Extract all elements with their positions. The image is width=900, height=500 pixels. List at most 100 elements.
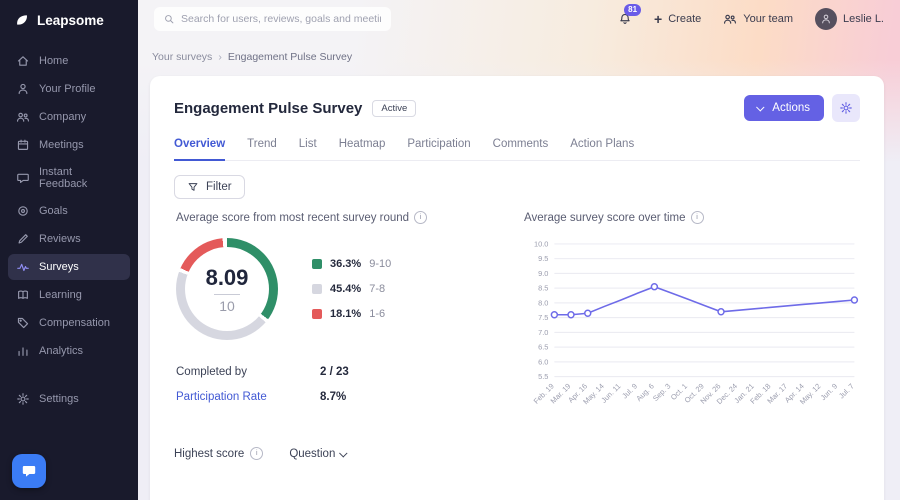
content-columns: Average score from most recent survey ro… bbox=[174, 211, 860, 441]
sidebar-item-label: Compensation bbox=[39, 317, 110, 329]
info-icon bbox=[250, 447, 263, 460]
legend-item: 45.4% 7-8 bbox=[312, 283, 391, 295]
score-section: Average score from most recent survey ro… bbox=[174, 211, 506, 441]
home-icon bbox=[16, 54, 30, 68]
svg-text:Jun. 9: Jun. 9 bbox=[819, 382, 840, 403]
survey-stats: Completed by 2 / 23 Participation Rate 8… bbox=[176, 366, 506, 403]
sidebar-item-label: Home bbox=[39, 55, 68, 67]
status-badge: Active bbox=[372, 100, 416, 117]
logo-text: Leapsome bbox=[37, 13, 104, 28]
highest-score-label: Highest score bbox=[174, 448, 244, 460]
completed-by-value: 2 / 23 bbox=[320, 366, 349, 378]
filter-label: Filter bbox=[206, 181, 232, 193]
score-donut: 8.09 10 bbox=[176, 238, 278, 340]
team-icon bbox=[723, 12, 737, 26]
sidebar-item-goals[interactable]: Goals bbox=[8, 198, 130, 224]
compensation-icon bbox=[16, 316, 30, 330]
search-input[interactable] bbox=[154, 7, 391, 31]
tab-action-plans[interactable]: Action Plans bbox=[570, 138, 634, 160]
goals-icon bbox=[16, 204, 30, 218]
sidebar-item-meetings[interactable]: Meetings bbox=[8, 132, 130, 158]
breadcrumb: Your surveys › Engagement Pulse Survey bbox=[138, 38, 900, 72]
svg-text:6.5: 6.5 bbox=[538, 343, 548, 352]
svg-text:7.0: 7.0 bbox=[538, 328, 548, 337]
page-title: Engagement Pulse Survey bbox=[174, 100, 362, 117]
breadcrumb-item[interactable]: Your surveys bbox=[152, 51, 212, 63]
topbar-actions: 81 + Create Your team Leslie L. bbox=[618, 8, 884, 30]
notification-badge: 81 bbox=[624, 4, 641, 16]
sidebar-item-feedback[interactable]: Instant Feedback bbox=[8, 160, 130, 196]
legend-range: 7-8 bbox=[369, 283, 385, 295]
tab-list[interactable]: List bbox=[299, 138, 317, 160]
tab-comments[interactable]: Comments bbox=[493, 138, 549, 160]
user-menu[interactable]: Leslie L. bbox=[815, 8, 884, 30]
participation-rate-value: 8.7% bbox=[320, 391, 346, 403]
svg-text:5.5: 5.5 bbox=[538, 372, 548, 381]
tab-heatmap[interactable]: Heatmap bbox=[339, 138, 386, 160]
score-legend: 36.3%9-1045.4%7-818.1%1-6 bbox=[312, 258, 391, 320]
sidebar-item-home[interactable]: Home bbox=[8, 48, 130, 74]
question-dropdown[interactable]: Question bbox=[289, 448, 347, 460]
company-icon bbox=[16, 110, 30, 124]
svg-text:Jul. 7: Jul. 7 bbox=[837, 382, 856, 401]
score-over-time-chart: 5.56.06.57.07.58.08.59.09.510.0Feb. 19Ma… bbox=[524, 238, 862, 441]
sidebar-item-compensation[interactable]: Compensation bbox=[8, 310, 130, 336]
sidebar-item-settings[interactable]: Settings bbox=[8, 386, 130, 412]
sidebar-item-surveys[interactable]: Surveys bbox=[8, 254, 130, 280]
info-icon[interactable] bbox=[414, 211, 427, 224]
svg-text:8.5: 8.5 bbox=[538, 284, 548, 293]
avatar bbox=[815, 8, 837, 30]
tab-overview[interactable]: Overview bbox=[174, 138, 225, 161]
gear-icon bbox=[839, 101, 853, 115]
actions-button[interactable]: Actions bbox=[744, 95, 824, 121]
sidebar-item-profile[interactable]: Your Profile bbox=[8, 76, 130, 102]
leapsome-logo-icon bbox=[14, 12, 30, 28]
header-actions: Actions bbox=[744, 94, 860, 122]
sidebar-item-label: Instant Feedback bbox=[39, 166, 122, 190]
tab-trend[interactable]: Trend bbox=[247, 138, 277, 160]
breadcrumb-item: Engagement Pulse Survey bbox=[228, 51, 352, 63]
chart-section: Average survey score over time 5.56.06.5… bbox=[506, 211, 862, 441]
settings-icon bbox=[16, 392, 30, 406]
main: 81 + Create Your team Leslie L. bbox=[138, 0, 900, 500]
sidebar-item-analytics[interactable]: Analytics bbox=[8, 338, 130, 364]
create-label: Create bbox=[668, 13, 701, 25]
create-button[interactable]: + Create bbox=[654, 12, 701, 26]
chat-launcher-button[interactable] bbox=[12, 454, 46, 488]
sidebar-item-company[interactable]: Company bbox=[8, 104, 130, 130]
card-footer: Highest score Question bbox=[174, 447, 860, 460]
legend-pct: 45.4% bbox=[330, 283, 361, 295]
tab-participation[interactable]: Participation bbox=[407, 138, 470, 160]
completed-by-row: Completed by 2 / 23 bbox=[176, 366, 506, 378]
sidebar-item-label: Learning bbox=[39, 289, 82, 301]
user-name: Leslie L. bbox=[843, 13, 884, 25]
survey-settings-button[interactable] bbox=[832, 94, 860, 122]
svg-text:9.5: 9.5 bbox=[538, 254, 548, 263]
sidebar-item-reviews[interactable]: Reviews bbox=[8, 226, 130, 252]
notifications-button[interactable]: 81 bbox=[618, 12, 632, 26]
svg-text:10.0: 10.0 bbox=[534, 239, 548, 248]
leapsome-logo[interactable]: Leapsome bbox=[0, 0, 138, 40]
score-value: 8.09 bbox=[206, 265, 249, 291]
filter-icon bbox=[187, 181, 199, 193]
highest-score-control[interactable]: Highest score bbox=[174, 447, 263, 460]
your-team-button[interactable]: Your team bbox=[723, 12, 793, 26]
profile-icon bbox=[16, 82, 30, 96]
meetings-icon bbox=[16, 138, 30, 152]
legend-range: 9-10 bbox=[369, 258, 391, 270]
participation-rate-link[interactable]: Participation Rate bbox=[176, 391, 320, 403]
search-icon bbox=[163, 13, 175, 25]
breadcrumb-separator: › bbox=[218, 51, 222, 63]
info-icon[interactable] bbox=[691, 211, 704, 224]
chart-section-heading: Average survey score over time bbox=[524, 212, 686, 224]
sidebar-item-label: Reviews bbox=[39, 233, 81, 245]
svg-text:Sep. 3: Sep. 3 bbox=[651, 382, 673, 404]
survey-card: Engagement Pulse Survey Active Actions O… bbox=[150, 76, 884, 500]
analytics-icon bbox=[16, 344, 30, 358]
sidebar-item-learning[interactable]: Learning bbox=[8, 282, 130, 308]
svg-text:8.0: 8.0 bbox=[538, 298, 548, 307]
legend-swatch bbox=[312, 259, 322, 269]
filter-button[interactable]: Filter bbox=[174, 175, 245, 199]
svg-text:Aug. 6: Aug. 6 bbox=[634, 382, 656, 404]
sidebar: Leapsome Home Your ProfileCompanyMeetings… bbox=[0, 0, 138, 500]
